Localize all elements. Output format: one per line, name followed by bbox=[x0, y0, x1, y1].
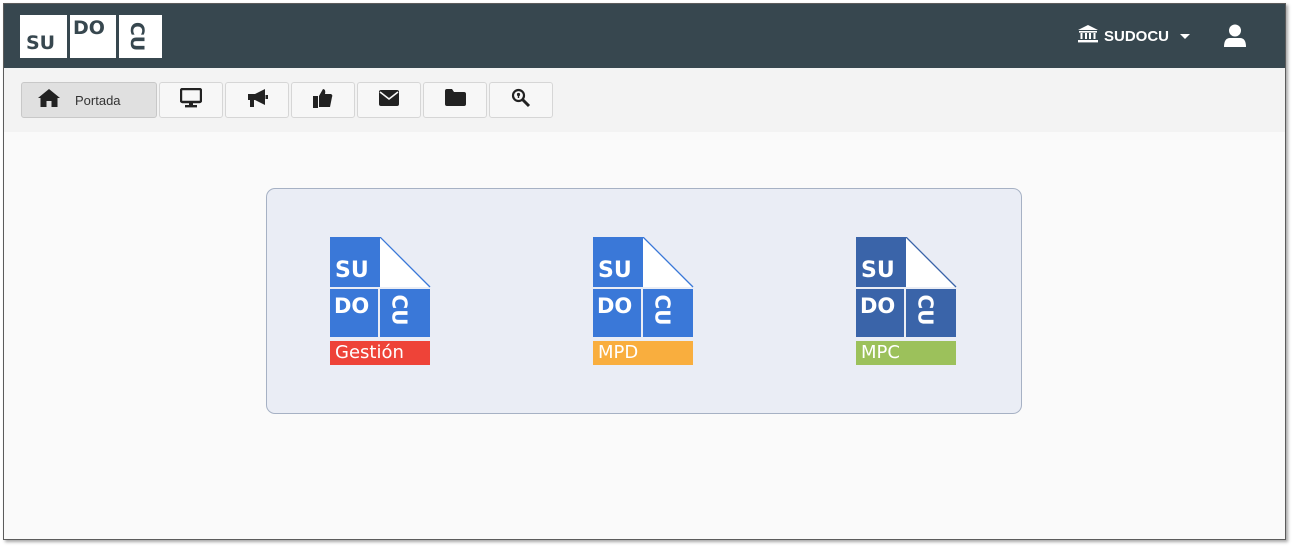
thumbs-up-icon bbox=[313, 88, 333, 113]
home-label: Portada bbox=[75, 92, 121, 108]
toolbar: Portada bbox=[4, 68, 1285, 132]
folders-button[interactable] bbox=[423, 82, 487, 118]
monitor-icon bbox=[179, 87, 203, 113]
module-do-text: DO bbox=[334, 294, 370, 318]
top-navbar: SU DO CU SUDOCU bbox=[4, 4, 1285, 68]
institution-name: SUDOCU bbox=[1104, 27, 1170, 45]
app-window: SU DO CU SUDOCU Portada SU DO CU Gestión… bbox=[3, 3, 1286, 540]
home-button[interactable]: Portada bbox=[21, 82, 157, 118]
search-button[interactable] bbox=[489, 82, 553, 118]
module-su-text: SU bbox=[335, 258, 369, 283]
home-icon bbox=[38, 88, 60, 112]
module-cu-text: CU bbox=[913, 294, 938, 326]
envelope-icon bbox=[379, 89, 399, 111]
approvals-button[interactable] bbox=[291, 82, 355, 118]
module-su-text: SU bbox=[861, 258, 895, 283]
module-mpd[interactable]: SU DO CU MPD bbox=[593, 237, 694, 365]
search-key-icon bbox=[511, 88, 531, 113]
messages-button[interactable] bbox=[357, 82, 421, 118]
logo-divider bbox=[116, 15, 119, 58]
module-do-text: DO bbox=[860, 294, 896, 318]
user-icon[interactable] bbox=[1224, 24, 1246, 53]
institution-selector[interactable]: SUDOCU bbox=[1078, 25, 1191, 47]
module-label: MPD bbox=[598, 342, 639, 363]
module-label-band: Gestión bbox=[330, 341, 430, 365]
module-label-band: MPC bbox=[856, 341, 956, 365]
megaphone-icon bbox=[246, 88, 268, 113]
announcements-button[interactable] bbox=[225, 82, 289, 118]
chevron-down-icon bbox=[1180, 33, 1191, 39]
folder-icon bbox=[444, 89, 466, 111]
logo-do-text: DO bbox=[73, 17, 105, 39]
module-gestion[interactable]: SU DO CU Gestión bbox=[330, 237, 431, 365]
module-do-text: DO bbox=[597, 294, 633, 318]
module-cu-text: CU bbox=[387, 294, 412, 326]
logo-divider bbox=[67, 15, 70, 58]
module-label: Gestión bbox=[335, 342, 404, 363]
bank-icon bbox=[1078, 25, 1098, 47]
module-label: MPC bbox=[861, 342, 900, 363]
modules-panel: SU DO CU Gestión SU DO CU MPD SU DO CU M… bbox=[266, 188, 1022, 414]
module-label-band: MPD bbox=[593, 341, 693, 365]
sudocu-logo[interactable]: SU DO CU bbox=[20, 15, 162, 58]
logo-su-text: SU bbox=[26, 32, 56, 54]
module-cu-text: CU bbox=[650, 294, 675, 326]
module-mpc[interactable]: SU DO CU MPC bbox=[856, 237, 957, 365]
monitor-button[interactable] bbox=[159, 82, 223, 118]
logo-cu-text: CU bbox=[126, 21, 149, 52]
module-su-text: SU bbox=[598, 258, 632, 283]
